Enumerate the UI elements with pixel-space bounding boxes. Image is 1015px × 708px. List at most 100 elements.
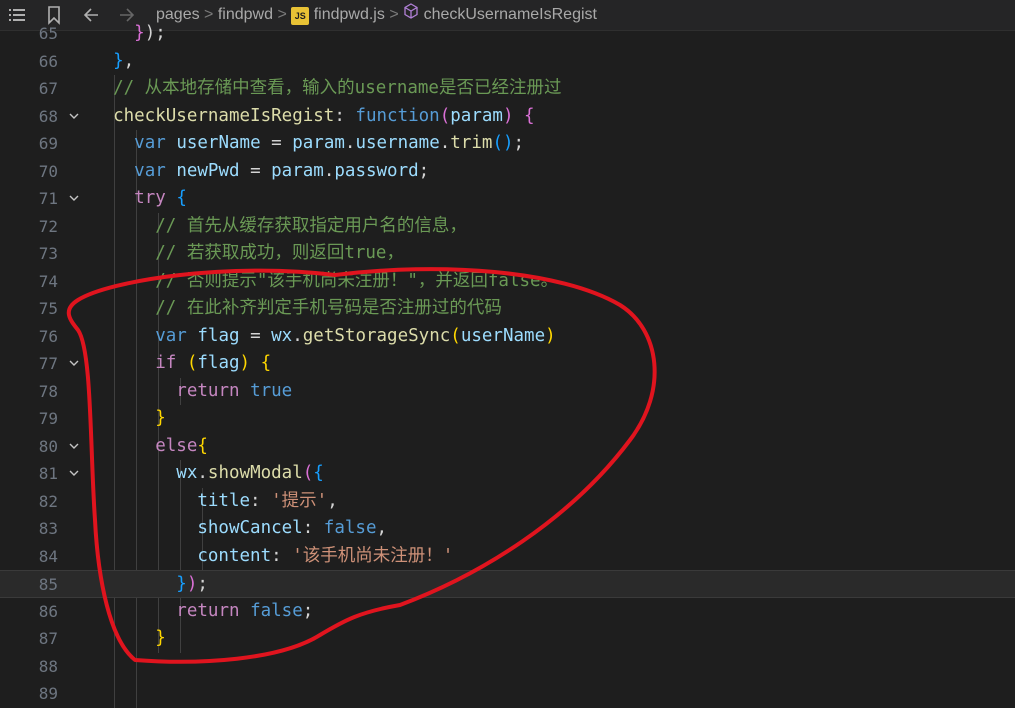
code-token: var bbox=[134, 133, 166, 153]
code-token: checkUsernameIsRegist bbox=[113, 105, 335, 126]
code-line[interactable]: 80 else{ bbox=[0, 433, 1015, 461]
code-token: ; bbox=[302, 600, 314, 621]
code-token: ) bbox=[186, 574, 198, 594]
code-token: { bbox=[260, 353, 272, 373]
code-line[interactable]: 69 var userName = param.username.trim(); bbox=[0, 130, 1015, 158]
code-line[interactable]: 66 }, bbox=[0, 48, 1015, 76]
code-line[interactable]: 79 } bbox=[0, 405, 1015, 433]
code-token: // 若获取成功，则返回true， bbox=[155, 243, 404, 263]
code-token: var bbox=[155, 325, 187, 346]
fold-chevron-icon[interactable] bbox=[66, 460, 82, 488]
code-token: false bbox=[323, 518, 377, 538]
code-token: . bbox=[439, 133, 451, 153]
code-line[interactable]: 75 // 在此补齐判定手机号码是否注册过的代码 bbox=[0, 295, 1015, 323]
code-token: wx bbox=[176, 463, 198, 483]
code-line[interactable]: 86 return false; bbox=[0, 598, 1015, 626]
code-editor[interactable]: 65 }); 66 }, 67 // 从本地存储中查看，输入的username是否已… bbox=[0, 23, 1015, 708]
code-token: false bbox=[250, 600, 303, 621]
code-line[interactable]: 89 bbox=[0, 680, 1015, 708]
code-text: var userName = param.username.trim(); bbox=[92, 130, 524, 158]
code-line[interactable]: 85 }); bbox=[0, 570, 1015, 598]
line-number: 67 bbox=[38, 79, 58, 98]
code-line[interactable]: 67 // 从本地存储中查看，输入的username是否已经注册过 bbox=[0, 75, 1015, 103]
code-line[interactable]: 77 if (flag) { bbox=[0, 350, 1015, 378]
code-text: return true bbox=[92, 378, 292, 406]
code-token: . bbox=[344, 133, 356, 153]
line-number: 78 bbox=[38, 381, 58, 401]
code-text: try { bbox=[92, 185, 187, 213]
line-number: 81 bbox=[38, 464, 58, 483]
code-line[interactable]: 71 try { bbox=[0, 185, 1015, 213]
fold-chevron-icon[interactable] bbox=[66, 185, 82, 213]
code-token: // 否则提示"该手机尚未注册！"，并返回false。 bbox=[155, 270, 559, 291]
code-token: try bbox=[134, 188, 166, 208]
code-token: ) bbox=[502, 105, 514, 126]
code-text: // 若获取成功，则返回true， bbox=[92, 240, 404, 268]
fold-chevron-icon[interactable] bbox=[66, 103, 82, 131]
code-text: } bbox=[92, 625, 166, 653]
code-token: ; bbox=[513, 133, 525, 153]
code-line[interactable]: 87 } bbox=[0, 625, 1015, 653]
code-text: }); bbox=[92, 571, 208, 599]
code-text: // 首先从缓存获取指定用户名的信息， bbox=[92, 213, 467, 241]
code-line[interactable]: 84 content: '该手机尚未注册！' bbox=[0, 543, 1015, 571]
code-token: title bbox=[197, 490, 251, 511]
code-token: '该手机尚未注册！' bbox=[292, 545, 454, 566]
code-token: // 在此补齐判定手机号码是否注册过的代码 bbox=[155, 298, 502, 318]
code-line[interactable]: 65 }); bbox=[0, 20, 1015, 48]
code-line[interactable]: 88 bbox=[0, 653, 1015, 681]
line-number: 82 bbox=[38, 491, 58, 511]
line-number: 65 bbox=[38, 24, 58, 43]
code-line[interactable]: 82 title: '提示', bbox=[0, 488, 1015, 516]
code-text: wx.showModal({ bbox=[92, 460, 324, 488]
code-token: flag bbox=[197, 353, 240, 373]
code-line[interactable]: 72 // 首先从缓存获取指定用户名的信息， bbox=[0, 213, 1015, 241]
code-token: '提示' bbox=[271, 490, 328, 511]
code-text: }); bbox=[92, 20, 166, 48]
code-line[interactable]: 76 var flag = wx.getStorageSync(userName… bbox=[0, 323, 1015, 351]
code-line[interactable]: 68 checkUsernameIsRegist: function(param… bbox=[0, 103, 1015, 131]
code-token: newPwd bbox=[176, 160, 240, 181]
code-token: username bbox=[355, 133, 440, 153]
code-token: , bbox=[376, 518, 388, 538]
code-line[interactable]: 74 // 否则提示"该手机尚未注册！"，并返回false。 bbox=[0, 268, 1015, 296]
code-token: function bbox=[355, 105, 440, 126]
code-line[interactable]: 73 // 若获取成功，则返回true， bbox=[0, 240, 1015, 268]
code-line[interactable]: 83 showCancel: false, bbox=[0, 515, 1015, 543]
code-token: } bbox=[155, 628, 166, 648]
code-token: ; bbox=[418, 160, 430, 181]
code-token: = bbox=[260, 133, 293, 153]
code-token: . bbox=[292, 325, 303, 346]
code-line[interactable]: 81 wx.showModal({ bbox=[0, 460, 1015, 488]
code-token: ( bbox=[450, 325, 461, 346]
code-token: param bbox=[271, 160, 324, 181]
code-token: () bbox=[492, 133, 514, 153]
code-token: ( bbox=[186, 353, 198, 373]
line-number: 88 bbox=[38, 656, 58, 676]
code-text: var newPwd = param.password; bbox=[92, 158, 429, 186]
code-token: userName bbox=[460, 325, 546, 346]
line-number: 73 bbox=[38, 244, 58, 263]
code-line[interactable]: 70 var newPwd = param.password; bbox=[0, 158, 1015, 186]
fold-chevron-icon[interactable] bbox=[66, 433, 82, 461]
code-line[interactable]: 78 return true bbox=[0, 378, 1015, 406]
code-token: ( bbox=[302, 463, 314, 483]
code-token: userName bbox=[176, 133, 261, 153]
line-number: 70 bbox=[38, 161, 58, 181]
fold-chevron-icon[interactable] bbox=[66, 350, 82, 378]
